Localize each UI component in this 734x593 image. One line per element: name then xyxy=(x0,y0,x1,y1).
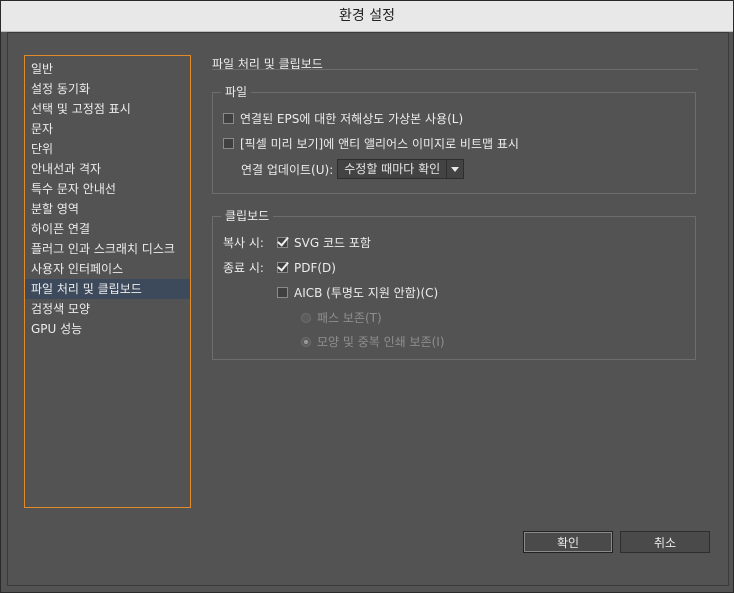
sidebar-item[interactable]: 하이픈 연결 xyxy=(25,219,190,239)
sidebar-item[interactable]: 특수 문자 안내선 xyxy=(25,179,190,199)
clipboard-group-label: 클립보드 xyxy=(221,209,274,223)
update-links-value: 수정할 때마다 확인 xyxy=(344,162,441,176)
sidebar-item[interactable]: 안내선과 격자 xyxy=(25,159,190,179)
update-links-dropdown[interactable]: 수정할 때마다 확인 xyxy=(337,159,465,179)
sidebar-item[interactable]: 검정색 모양 xyxy=(25,299,190,319)
preserve-paths-label: 패스 보존(T) xyxy=(317,311,382,325)
quit-row: 종료 시: PDF(D) xyxy=(223,259,336,276)
window-title: 환경 설정 xyxy=(1,1,733,32)
sidebar-item[interactable]: 파일 처리 및 클립보드 xyxy=(25,279,190,299)
preferences-dialog: 환경 설정 일반 설정 동기화 선택 및 고정점 표시 문자 단위 안내선과 격자 특수 문… xyxy=(0,0,734,593)
ok-button[interactable]: 확인 xyxy=(523,531,613,553)
preserve-paths-option[interactable]: 패스 보존(T) xyxy=(301,309,382,326)
file-group: 파일 연결된 EPS에 대한 저해상도 가상본 사용(L) [픽셀 미리 보기]… xyxy=(212,85,696,194)
linked-eps-checkbox[interactable] xyxy=(223,113,234,124)
category-list: 일반 설정 동기화 선택 및 고정점 표시 문자 단위 안내선과 격자 특수 문자 안내선 분… xyxy=(24,55,191,508)
linked-eps-label: 연결된 EPS에 대한 저해상도 가상본 사용(L) xyxy=(240,112,464,126)
aicb-label: AICB (투명도 지원 안함)(C) xyxy=(294,286,439,300)
svg-code-label: SVG 코드 포함 xyxy=(294,236,371,250)
linked-eps-option[interactable]: 연결된 EPS에 대한 저해상도 가상본 사용(L) xyxy=(223,110,463,127)
pixel-preview-checkbox[interactable] xyxy=(223,138,234,149)
sidebar-item[interactable]: 설정 동기화 xyxy=(25,79,190,99)
svg-code-checkbox[interactable] xyxy=(277,237,288,248)
sidebar-item[interactable]: 단위 xyxy=(25,139,190,159)
sidebar-item[interactable]: GPU 성능 xyxy=(25,319,190,339)
sidebar-item[interactable]: 사용자 인터페이스 xyxy=(25,259,190,279)
sidebar-item[interactable]: 일반 xyxy=(25,59,190,79)
title-divider xyxy=(212,69,698,70)
chevron-down-icon[interactable] xyxy=(446,160,463,178)
copy-row: 복사 시: SVG 코드 포함 xyxy=(223,234,371,251)
sidebar-item[interactable]: 문자 xyxy=(25,119,190,139)
sidebar-item[interactable]: 분할 영역 xyxy=(25,199,190,219)
pixel-preview-option[interactable]: [픽셀 미리 보기]에 앤티 앨리어스 이미지로 비트맵 표시 xyxy=(223,135,519,152)
preserve-paths-radio[interactable] xyxy=(301,312,311,323)
pdf-checkbox[interactable] xyxy=(277,262,288,273)
cancel-button[interactable]: 취소 xyxy=(620,531,710,553)
sidebar-item[interactable]: 선택 및 고정점 표시 xyxy=(25,99,190,119)
copy-label: 복사 시: xyxy=(223,236,264,250)
sidebar-item[interactable]: 플러그 인과 스크래치 디스크 xyxy=(25,239,190,259)
aicb-option[interactable]: AICB (투명도 지원 안함)(C) xyxy=(277,284,438,301)
preserve-appearance-label: 모양 및 중복 인쇄 보존(I) xyxy=(317,335,445,349)
pixel-preview-label: [픽셀 미리 보기]에 앤티 앨리어스 이미지로 비트맵 표시 xyxy=(240,137,519,151)
aicb-checkbox[interactable] xyxy=(277,287,288,298)
pdf-label: PDF(D) xyxy=(294,260,336,275)
category-items: 일반 설정 동기화 선택 및 고정점 표시 문자 단위 안내선과 격자 특수 문자 안내선 분… xyxy=(25,59,190,339)
dialog-content: 일반 설정 동기화 선택 및 고정점 표시 문자 단위 안내선과 격자 특수 문자 안내선 분… xyxy=(7,32,729,586)
preserve-appearance-radio[interactable] xyxy=(301,336,311,347)
update-links-label: 연결 업데이트(U): xyxy=(241,162,334,177)
update-links-row: 연결 업데이트(U): 수정할 때마다 확인 xyxy=(241,159,465,179)
preserve-appearance-option[interactable]: 모양 및 중복 인쇄 보존(I) xyxy=(301,333,445,350)
file-group-label: 파일 xyxy=(221,85,252,99)
clipboard-group: 클립보드 복사 시: SVG 코드 포함 종료 시: PDF(D) AICB (… xyxy=(212,209,696,360)
quit-label: 종료 시: xyxy=(223,261,264,275)
